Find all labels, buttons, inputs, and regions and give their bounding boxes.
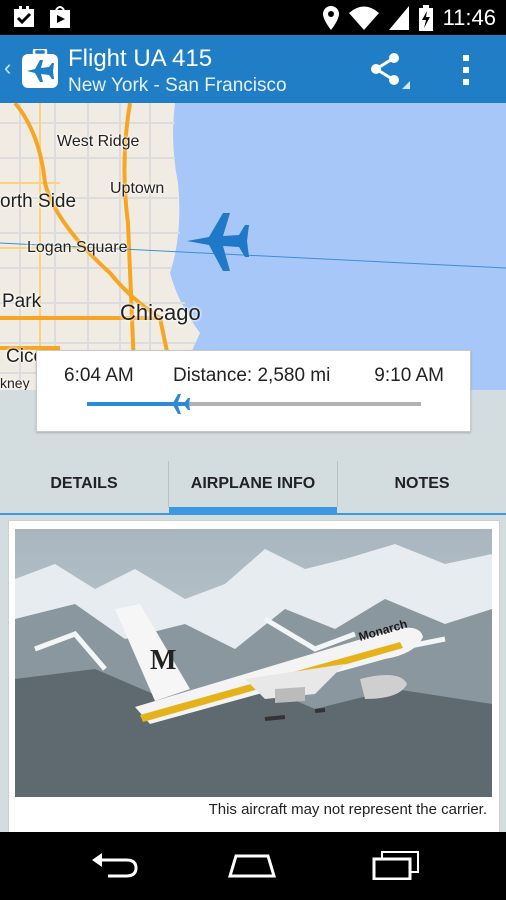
flight-map[interactable]: West Ridge Uptown orth Side Logan Square…: [0, 103, 506, 390]
back-chevron-icon[interactable]: ‹: [4, 55, 11, 81]
photo-caption: This aircraft may not represent the carr…: [208, 801, 487, 818]
progress-track: [87, 402, 421, 406]
overflow-menu-icon[interactable]: [456, 53, 476, 87]
tab-bar: DETAILS AIRPLANE INFO NOTES: [0, 455, 506, 515]
map-label-chicago: Chicago: [120, 300, 201, 325]
map-label-kney: kney: [0, 375, 30, 390]
action-bar: ‹ Flight UA 415 New York - San Francisco: [0, 35, 506, 103]
share-icon[interactable]: [368, 51, 412, 91]
map-label-uptown: Uptown: [110, 180, 165, 197]
tab-notes-label: NOTES: [394, 475, 450, 492]
clock: 11:46: [442, 5, 496, 30]
tab-airplane-info[interactable]: AIRPLANE INFO: [169, 455, 337, 515]
airplane-position-icon[interactable]: [185, 211, 251, 273]
navigation-bar: [0, 832, 506, 900]
route-subtitle: New York - San Francisco: [68, 75, 287, 96]
distance-label: Distance: 2,580 mi: [173, 365, 331, 386]
tab-airplane-info-label: AIRPLANE INFO: [190, 475, 316, 492]
map-label-north-side: orth Side: [0, 191, 77, 212]
airplane-info-card: M Monarch This aircraft may not represen…: [8, 520, 500, 842]
back-icon[interactable]: [88, 850, 140, 880]
flight-title: Flight UA 415: [68, 45, 213, 72]
cell-signal-icon: [388, 6, 409, 30]
arrival-time: 9:10 AM: [374, 365, 444, 386]
location-icon: [322, 6, 339, 30]
tab-notes[interactable]: NOTES: [338, 455, 506, 513]
map-label-logan-square: Logan Square: [27, 239, 128, 256]
recent-apps-icon[interactable]: [370, 850, 422, 880]
app-logo-icon[interactable]: [21, 49, 59, 89]
play-store-icon: [50, 6, 70, 28]
map-label-west-ridge: West Ridge: [57, 133, 140, 150]
battery-charging-icon: [418, 5, 433, 31]
map-label-park: Park: [2, 291, 42, 312]
home-icon[interactable]: [226, 850, 278, 880]
task-checkbox-icon: [14, 6, 34, 27]
tab-details-label: DETAILS: [50, 475, 118, 492]
departure-time: 6:04 AM: [64, 365, 134, 386]
tab-details[interactable]: DETAILS: [0, 455, 168, 513]
wifi-icon: [348, 6, 379, 30]
svg-text:M: M: [150, 645, 176, 676]
status-bar: 11:46: [0, 0, 506, 35]
aircraft-photo: M Monarch: [15, 529, 492, 797]
progress-airplane-icon: [164, 394, 191, 414]
flight-progress-card: 6:04 AM Distance: 2,580 mi 9:10 AM: [36, 350, 471, 432]
